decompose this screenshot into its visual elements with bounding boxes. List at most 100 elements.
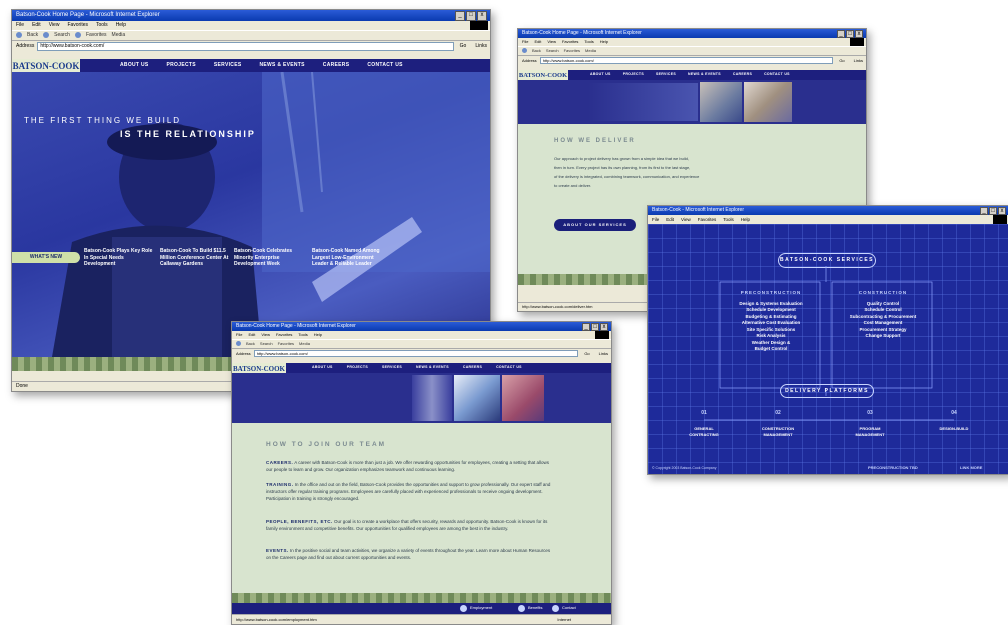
nav-news[interactable]: NEWS & EVENTS bbox=[688, 72, 721, 76]
nav-projects[interactable]: PROJECTS bbox=[347, 365, 368, 369]
close-button[interactable]: x bbox=[477, 11, 487, 21]
address-input[interactable]: http://www.batson-cook.com/ bbox=[539, 56, 834, 64]
footer-link[interactable]: Contact bbox=[562, 605, 576, 610]
menu-edit[interactable]: Edit bbox=[248, 331, 255, 339]
search-button[interactable]: Search bbox=[546, 47, 559, 55]
menu-bar: File Edit View Favorites Tools Help bbox=[648, 215, 1008, 224]
search-button[interactable]: Search bbox=[54, 31, 70, 40]
nav-news[interactable]: NEWS & EVENTS bbox=[416, 365, 449, 369]
menu-help[interactable]: Help bbox=[741, 215, 750, 224]
menu-help[interactable]: Help bbox=[116, 21, 126, 30]
menu-edit[interactable]: Edit bbox=[534, 38, 541, 46]
footer-link[interactable]: Benefits bbox=[528, 605, 542, 610]
back-button[interactable]: Back bbox=[532, 47, 541, 55]
media-button[interactable]: Media bbox=[112, 31, 126, 40]
nav-contact[interactable]: CONTACT US bbox=[367, 62, 402, 68]
nav-about[interactable]: ABOUT US bbox=[120, 62, 149, 68]
nav-about[interactable]: ABOUT US bbox=[590, 72, 611, 76]
minimize-button[interactable]: _ bbox=[980, 207, 988, 215]
nav-careers[interactable]: CAREERS bbox=[463, 365, 482, 369]
menu-tools[interactable]: Tools bbox=[96, 21, 108, 30]
footer-link[interactable]: LINK MORE bbox=[960, 465, 982, 470]
nav-contact[interactable]: CONTACT US bbox=[496, 365, 522, 369]
menu-favorites[interactable]: Favorites bbox=[698, 215, 717, 224]
close-button[interactable]: x bbox=[600, 323, 608, 331]
minimize-button[interactable]: _ bbox=[455, 11, 465, 21]
back-icon[interactable] bbox=[522, 48, 527, 53]
menu-favorites[interactable]: Favorites bbox=[562, 38, 578, 46]
menu-tools[interactable]: Tools bbox=[298, 331, 307, 339]
employment-icon[interactable] bbox=[460, 605, 467, 612]
news-item[interactable]: Batson-Cook To Build $11.5 Million Confe… bbox=[160, 248, 230, 268]
menu-edit[interactable]: Edit bbox=[32, 21, 41, 30]
menu-file[interactable]: File bbox=[652, 215, 659, 224]
minimize-button[interactable]: _ bbox=[837, 30, 845, 38]
menu-help[interactable]: Help bbox=[314, 331, 322, 339]
address-input[interactable]: http://www.batson-cook.com/ bbox=[37, 41, 454, 51]
menu-view[interactable]: View bbox=[681, 215, 691, 224]
benefits-icon[interactable] bbox=[518, 605, 525, 612]
search-icon[interactable] bbox=[43, 32, 50, 38]
maximize-button[interactable]: □ bbox=[466, 11, 476, 21]
links-button[interactable]: Links bbox=[596, 351, 611, 356]
go-button[interactable]: Go bbox=[457, 43, 470, 49]
media-button[interactable]: Media bbox=[299, 340, 310, 348]
menu-tools[interactable]: Tools bbox=[723, 215, 734, 224]
address-input[interactable]: http://www.batson-cook.com/ bbox=[253, 349, 579, 357]
news-item[interactable]: Batson-Cook Celebrates Minority Enterpri… bbox=[234, 248, 309, 268]
maximize-button[interactable]: □ bbox=[846, 30, 854, 38]
links-button[interactable]: Links bbox=[472, 43, 490, 49]
favorites-button[interactable]: Favorites bbox=[86, 31, 107, 40]
nav-projects[interactable]: PROJECTS bbox=[167, 62, 196, 68]
close-button[interactable]: x bbox=[998, 207, 1006, 215]
nav-about[interactable]: ABOUT US bbox=[312, 365, 333, 369]
footer-link[interactable]: PRECONSTRUCTION TBD bbox=[868, 465, 918, 470]
platform-item[interactable]: 04 DESIGN-BUILD bbox=[932, 410, 976, 432]
menu-view[interactable]: View bbox=[49, 21, 60, 30]
nav-contact[interactable]: CONTACT US bbox=[764, 72, 790, 76]
nav-projects[interactable]: PROJECTS bbox=[623, 72, 644, 76]
contact-icon[interactable] bbox=[552, 605, 559, 612]
menu-help[interactable]: Help bbox=[600, 38, 608, 46]
nav-services[interactable]: SERVICES bbox=[214, 62, 242, 68]
service-item[interactable]: Change Support bbox=[838, 333, 928, 340]
links-button[interactable]: Links bbox=[851, 58, 866, 63]
nav-careers[interactable]: CAREERS bbox=[323, 62, 350, 68]
favorites-button[interactable]: Favorites bbox=[564, 47, 580, 55]
maximize-button[interactable]: □ bbox=[591, 323, 599, 331]
service-item[interactable]: Budget Control bbox=[726, 346, 816, 353]
menu-view[interactable]: View bbox=[261, 331, 270, 339]
menu-favorites[interactable]: Favorites bbox=[276, 331, 292, 339]
favorites-button[interactable]: Favorites bbox=[278, 340, 294, 348]
go-button[interactable]: Go bbox=[836, 58, 847, 63]
menu-file[interactable]: File bbox=[236, 331, 242, 339]
nav-careers[interactable]: CAREERS bbox=[733, 72, 752, 76]
maximize-button[interactable]: □ bbox=[989, 207, 997, 215]
favorites-icon[interactable] bbox=[74, 32, 81, 38]
menu-tools[interactable]: Tools bbox=[584, 38, 593, 46]
nav-services[interactable]: SERVICES bbox=[656, 72, 676, 76]
menu-edit[interactable]: Edit bbox=[666, 215, 674, 224]
menu-view[interactable]: View bbox=[547, 38, 556, 46]
menu-file[interactable]: File bbox=[16, 21, 24, 30]
nav-news[interactable]: NEWS & EVENTS bbox=[259, 62, 304, 68]
menu-file[interactable]: File bbox=[522, 38, 528, 46]
media-button[interactable]: Media bbox=[585, 47, 596, 55]
footer-link[interactable]: Employment bbox=[470, 605, 492, 610]
news-item[interactable]: Batson-Cook Named Among Largest Low-Envi… bbox=[312, 248, 384, 268]
back-icon[interactable] bbox=[16, 32, 22, 38]
close-button[interactable]: x bbox=[855, 30, 863, 38]
back-icon[interactable] bbox=[236, 341, 241, 346]
back-button[interactable]: Back bbox=[27, 31, 38, 40]
menu-favorites[interactable]: Favorites bbox=[67, 21, 88, 30]
news-item[interactable]: Batson-Cook Plays Key Role In Special Ne… bbox=[84, 248, 154, 268]
nav-services[interactable]: SERVICES bbox=[382, 365, 402, 369]
platform-item[interactable]: 03 PROGRAM MANAGEMENT bbox=[848, 410, 892, 438]
about-services-button[interactable]: ABOUT OUR SERVICES bbox=[554, 219, 636, 231]
go-button[interactable]: Go bbox=[581, 351, 592, 356]
minimize-button[interactable]: _ bbox=[582, 323, 590, 331]
back-button[interactable]: Back bbox=[246, 340, 255, 348]
platform-item[interactable]: 02 CONSTRUCTION MANAGEMENT bbox=[756, 410, 800, 438]
platform-item[interactable]: 01 GENERAL CONTRACTING bbox=[682, 410, 726, 438]
search-button[interactable]: Search bbox=[260, 340, 273, 348]
